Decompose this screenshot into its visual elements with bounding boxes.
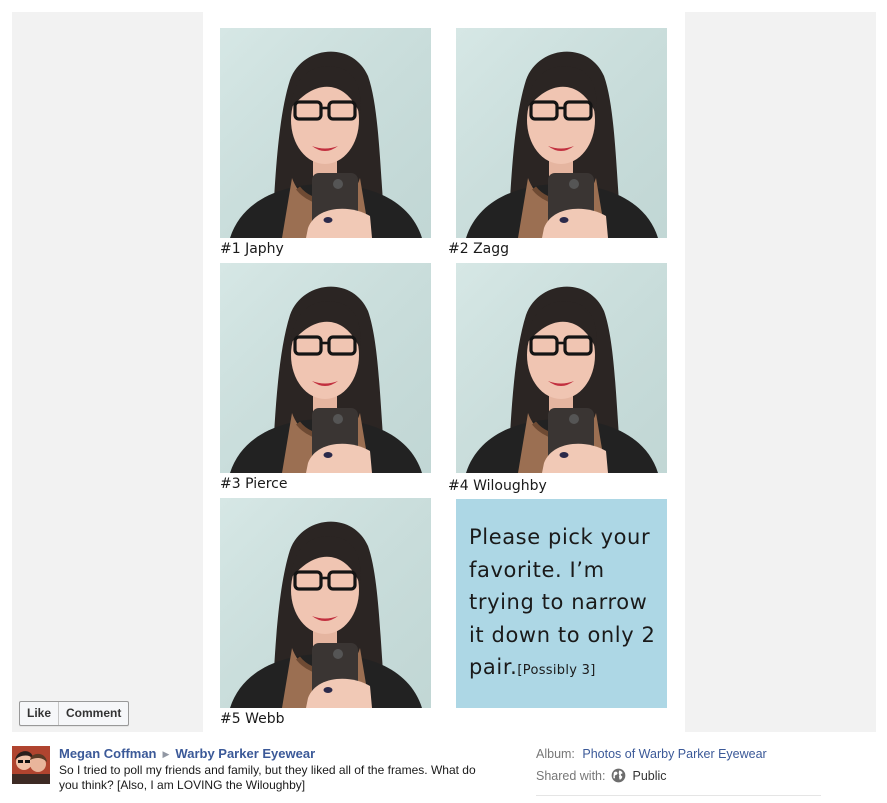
portrait-image (456, 28, 667, 238)
photo-tile-3 (220, 263, 431, 473)
album-row: Album: Photos of Warby Parker Eyewear (536, 746, 836, 768)
photo-caption-1: #1 Japhy (220, 241, 284, 257)
author-link[interactable]: Megan Coffman (59, 746, 157, 761)
avatar-image (12, 746, 50, 784)
post-caption: So I tried to poll my friends and family… (59, 763, 476, 792)
target-page-link[interactable]: Warby Parker Eyewear (175, 746, 315, 761)
note-text: Please pick your favorite. I’m trying to… (469, 521, 667, 688)
globe-icon[interactable] (611, 768, 626, 788)
avatar[interactable] (12, 746, 50, 784)
photo-tile-1 (220, 28, 431, 238)
note-card: Please pick your favorite. I’m trying to… (456, 499, 667, 708)
photo-meta: Album: Photos of Warby Parker Eyewear Sh… (536, 746, 836, 790)
photo-caption-4: #4 Wiloughby (448, 478, 547, 494)
album-label: Album: (536, 747, 575, 761)
audience-value[interactable]: Public (632, 769, 666, 783)
photo-caption-3: #3 Pierce (220, 476, 288, 492)
like-button[interactable]: Like (20, 702, 60, 725)
photo-caption-2: #2 Zagg (448, 241, 510, 257)
portrait-image (220, 498, 431, 708)
photo-caption-5: #5 Webb (220, 711, 285, 727)
post-header: Megan Coffman ▶ Warby Parker Eyewear (59, 745, 315, 763)
album-link[interactable]: Photos of Warby Parker Eyewear (582, 747, 766, 761)
note-small: [Possibly 3] (517, 663, 596, 678)
meta-divider (536, 795, 821, 796)
portrait-image (220, 263, 431, 473)
photo-tile-4 (456, 263, 667, 473)
note-main: Please pick your favorite. I’m trying to… (469, 525, 656, 679)
arrow-right-icon: ▶ (162, 749, 170, 759)
audience-row: Shared with: Public (536, 768, 836, 790)
photo-tile-5 (220, 498, 431, 708)
photo-tile-2 (456, 28, 667, 238)
post: Megan Coffman ▶ Warby Parker Eyewear So I … (12, 745, 512, 801)
photo-viewer[interactable]: #1 Japhy #2 Zagg #3 Pierce #4 Wiloughby … (12, 12, 876, 732)
photo-action-bar: Like Comment (19, 701, 130, 726)
portrait-image (220, 28, 431, 238)
audience-label: Shared with: (536, 769, 606, 783)
comment-button[interactable]: Comment (59, 702, 128, 725)
photo-canvas[interactable]: #1 Japhy #2 Zagg #3 Pierce #4 Wiloughby … (203, 12, 685, 732)
portrait-image (456, 263, 667, 473)
